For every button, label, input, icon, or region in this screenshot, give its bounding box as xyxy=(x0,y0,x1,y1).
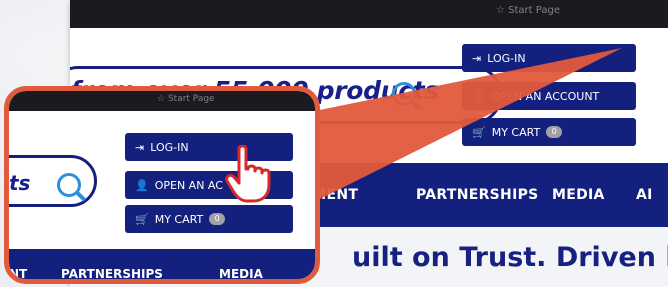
star-outline-icon: ☆ xyxy=(157,94,166,104)
zoom-search-text: ts xyxy=(9,171,31,195)
cart-count-badge: 0 xyxy=(209,213,226,225)
login-arrow-icon: ⇥ xyxy=(135,140,145,154)
zoom-nav-item-media[interactable]: MEDIA xyxy=(219,267,263,279)
zoom-navigation: NT PARTNERSHIPS MEDIA xyxy=(9,249,315,279)
zoom-callout-panel: ☆ Start Page ts ⇥ LOG-IN 👤 OPEN AN AC 🛒 … xyxy=(4,86,320,284)
zoom-top-bar: ☆ Start Page xyxy=(9,91,315,111)
zoom-my-cart-button[interactable]: 🛒 MY CART 0 xyxy=(125,205,293,233)
cart-icon: 🛒 xyxy=(135,212,149,226)
zoom-nav-item-payment[interactable]: NT xyxy=(9,267,27,279)
zoom-start-page-link[interactable]: ☆ Start Page xyxy=(157,94,215,104)
search-icon[interactable] xyxy=(57,173,81,197)
user-icon: 👤 xyxy=(135,178,149,192)
zoom-nav-item-partnerships[interactable]: PARTNERSHIPS xyxy=(61,267,163,279)
pointing-hand-icon xyxy=(225,145,271,203)
